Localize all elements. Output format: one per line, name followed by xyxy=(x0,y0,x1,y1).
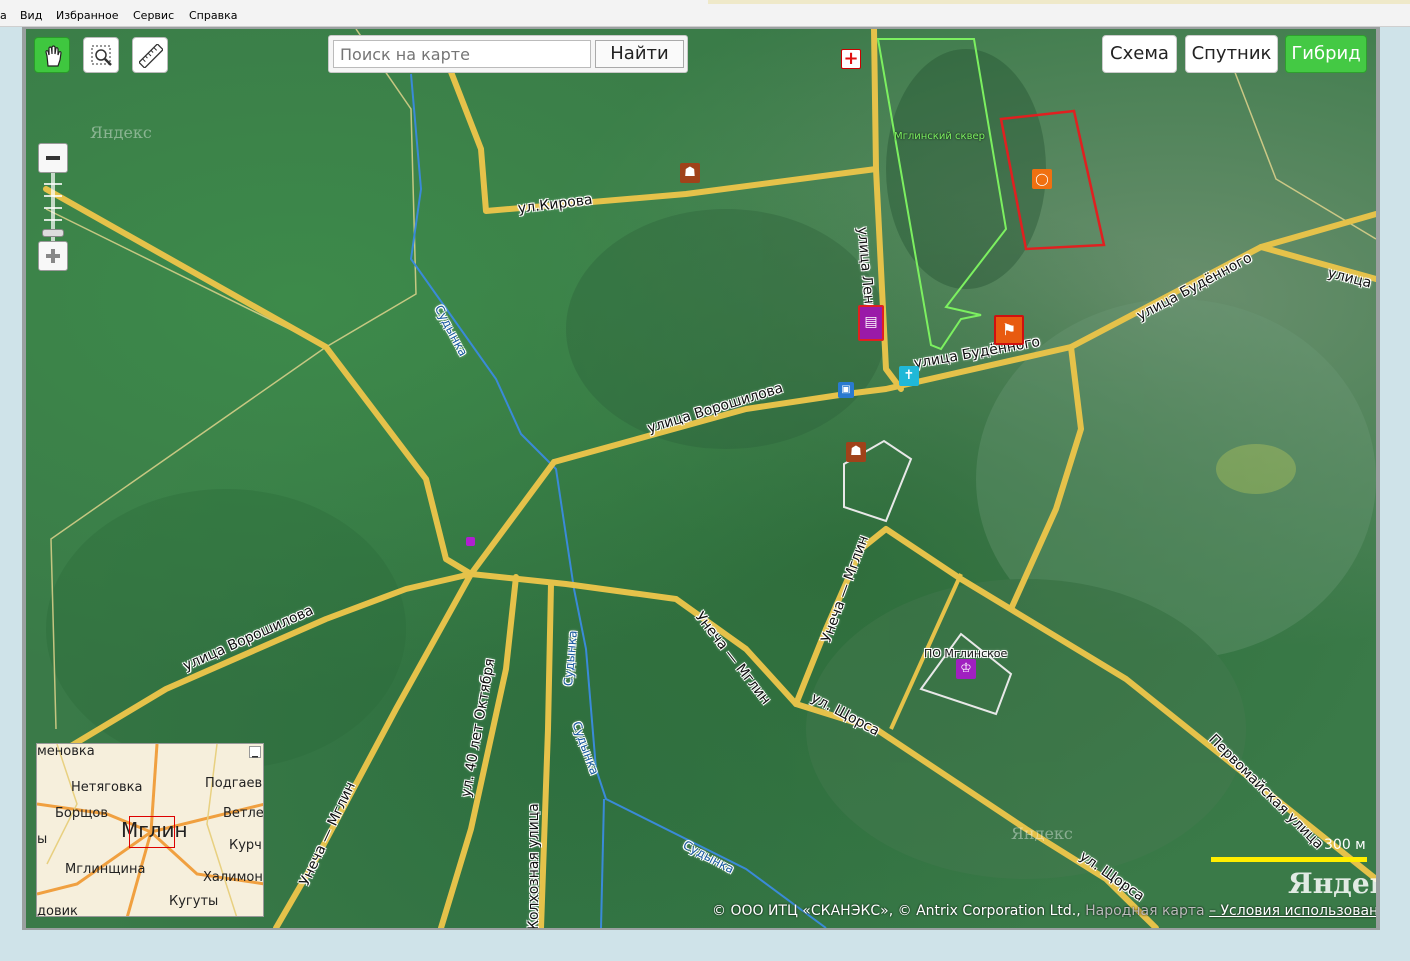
shop-icon[interactable]: ▤ xyxy=(858,305,884,341)
tab-strip xyxy=(708,0,1410,4)
zoom-tick xyxy=(44,195,62,197)
monument-icon[interactable]: ✝ xyxy=(899,366,919,386)
school-icon[interactable]: ☗ xyxy=(846,442,866,462)
minimap-label: Ветле xyxy=(223,806,264,821)
ruler-icon xyxy=(139,44,163,68)
map-canvas[interactable]: Найти Схема Спутник Гибрид Яндекс Яндекс… xyxy=(26,29,1376,928)
copyright-line: © ООО ИТЦ «СКАНЭКС», © Antrix Corporatio… xyxy=(712,903,1376,919)
bus-stop-icon[interactable]: ▣ xyxy=(838,382,854,398)
zoom-tick xyxy=(44,219,62,221)
stadium-icon[interactable]: ◯ xyxy=(1032,169,1052,189)
zoom-tick xyxy=(44,207,62,209)
minimap-viewport-frame[interactable] xyxy=(129,816,175,848)
zoom-out-button[interactable] xyxy=(38,143,68,173)
minimap-label: Мглинщина xyxy=(65,862,146,877)
minimap-label: Курч xyxy=(229,838,262,853)
yandex-watermark: Яндекс xyxy=(1011,824,1073,843)
plus-icon xyxy=(46,249,60,263)
map-type-hybrid-button[interactable]: Гибрид xyxy=(1285,35,1367,73)
map-frame: Найти Схема Спутник Гибрид Яндекс Яндекс… xyxy=(22,27,1380,930)
minus-icon xyxy=(46,156,60,160)
zoom-tick xyxy=(44,183,62,185)
yandex-watermark: Яндекс xyxy=(90,123,152,142)
minimap-label: Подгаев xyxy=(205,776,263,791)
menu-item-help[interactable]: Справка xyxy=(189,9,237,22)
minimap-collapse-button[interactable] xyxy=(249,746,261,758)
menu-item-view[interactable]: Вид xyxy=(20,9,42,22)
terms-of-use-link[interactable]: – Условия использования xyxy=(1209,903,1376,919)
hand-icon xyxy=(45,45,62,67)
minimap-label: меновка xyxy=(37,744,95,759)
map-type-scheme-button[interactable]: Схема xyxy=(1102,35,1177,73)
ruler-tool-button[interactable] xyxy=(132,37,168,73)
narodnaya-karta-link[interactable]: Народная карта xyxy=(1085,903,1205,919)
place-label-skver: Мглинский сквер xyxy=(894,131,985,142)
hospital-icon[interactable]: + xyxy=(841,49,861,69)
minimap-label: Нетяговка xyxy=(71,780,143,795)
overview-minimap[interactable]: меновка Нетяговка Подгаев Борщов Ветле М… xyxy=(36,743,264,917)
scale-label: 300 м xyxy=(1324,837,1366,853)
menu-bar: а Вид Избранное Сервис Справка xyxy=(0,0,1410,27)
minimap-label: Кугуты xyxy=(169,894,219,909)
sport-icon[interactable]: ⚑ xyxy=(994,315,1024,345)
menu-item-tools[interactable]: Сервис xyxy=(133,9,174,22)
search-button[interactable]: Найти xyxy=(595,40,684,68)
search-panel: Найти xyxy=(328,35,688,73)
minimap-label: Халимон xyxy=(203,870,263,885)
scale-bar xyxy=(1211,857,1367,862)
company-icon[interactable]: ♔ xyxy=(956,659,976,679)
magnifier-icon xyxy=(91,45,112,66)
point-marker-icon[interactable] xyxy=(466,537,475,546)
minimap-label: Борщов xyxy=(55,806,108,821)
copyright-text: © ООО ИТЦ «СКАНЭКС», © Antrix Corporatio… xyxy=(712,903,1081,919)
yandex-logo: Яндекс xyxy=(1288,867,1376,900)
hand-tool-button[interactable] xyxy=(34,37,70,73)
street-label-kolkhoznaya: Колхозная улица xyxy=(526,803,542,928)
zoom-control xyxy=(38,143,68,273)
zoom-selection-button[interactable] xyxy=(83,37,119,73)
minus-icon xyxy=(252,756,258,758)
map-type-satellite-button[interactable]: Спутник xyxy=(1185,35,1278,73)
zoom-in-button[interactable] xyxy=(38,241,68,271)
menu-item-favorites[interactable]: Избранное xyxy=(56,9,118,22)
minimap-label: довик xyxy=(37,904,78,917)
school-icon[interactable]: ☗ xyxy=(680,163,700,183)
search-input[interactable] xyxy=(333,40,591,68)
zoom-slider-handle[interactable] xyxy=(42,229,64,237)
menu-item-file[interactable]: а xyxy=(0,9,7,22)
minimap-label: ы xyxy=(37,832,48,847)
